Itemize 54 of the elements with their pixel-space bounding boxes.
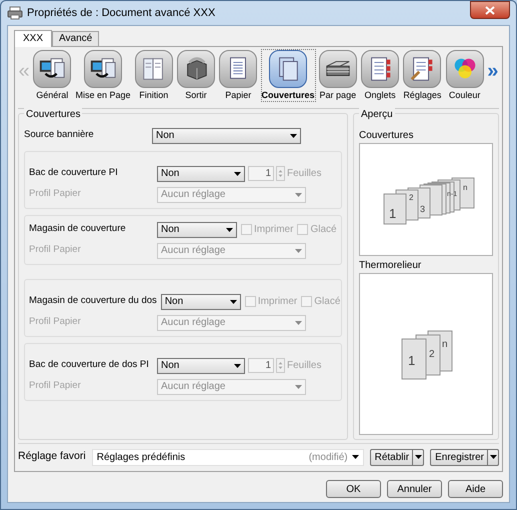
spin-arrows-icon[interactable] xyxy=(276,358,285,373)
caret-icon xyxy=(295,320,302,324)
caret-icon xyxy=(295,192,302,196)
checkbox-label: Glacé xyxy=(314,295,340,309)
tray-dropdown[interactable]: Non xyxy=(157,358,245,374)
caret-icon xyxy=(230,300,237,304)
field-label: Bac de couverture PI xyxy=(29,166,119,180)
field-label: Source bannière xyxy=(24,128,95,142)
field-label: Réglage favori xyxy=(18,449,86,464)
tray-dropdown[interactable]: Non xyxy=(160,294,241,310)
preview-label: Thermorelieur xyxy=(359,258,422,273)
caret-icon xyxy=(295,384,302,388)
caret-icon xyxy=(295,248,302,252)
split-button[interactable]: Enregistrer xyxy=(430,448,499,466)
caret-icon xyxy=(226,228,233,232)
next-arrow[interactable]: » xyxy=(486,61,499,81)
caret-icon xyxy=(414,455,422,459)
dialog-button[interactable]: OK xyxy=(326,480,381,498)
close-icon xyxy=(485,6,495,14)
caret-icon xyxy=(490,455,496,459)
checkbox-label: Glacé xyxy=(310,223,337,237)
bound-pages-drawing: 1 2 n xyxy=(396,324,456,383)
field-label: Magasin de couverture du dos xyxy=(29,294,158,308)
caret-icon xyxy=(234,172,241,176)
toolbar-item[interactable]: Mise en Page xyxy=(74,49,132,102)
source-dropdown[interactable]: Non xyxy=(152,128,301,144)
field-label: Magasin de couverture xyxy=(29,222,127,236)
unit-label: Feuilles xyxy=(287,359,322,373)
toolbar-item[interactable]: Couvertures xyxy=(260,49,316,102)
dialog-button[interactable]: Annuler xyxy=(387,480,442,498)
tray-dropdown[interactable]: Non xyxy=(157,166,245,182)
field-label: Profil Papier xyxy=(29,187,82,202)
checkbox-label: Imprimer xyxy=(254,223,294,237)
field-label: Profil Papier xyxy=(29,243,82,258)
window-title: Propriétés de : Document avancé XXX xyxy=(27,6,216,21)
checkbox-label: Imprimer xyxy=(258,295,298,309)
preview-label: Couvertures xyxy=(359,129,414,143)
printer-icon xyxy=(7,6,23,20)
spin-arrows-icon[interactable] xyxy=(276,166,285,181)
caret-icon xyxy=(352,455,359,459)
split-button[interactable]: Rétablir xyxy=(370,448,424,466)
group-caption: Aperçu xyxy=(359,107,395,122)
field-label: Bac de couverture de dos PI xyxy=(29,358,150,372)
favorite-dropdown[interactable]: Réglages prédéfinis (modifié) xyxy=(92,448,364,466)
tab[interactable]: Avancé xyxy=(52,31,100,46)
field-label: Profil Papier xyxy=(29,379,82,394)
unit-label: Feuilles xyxy=(287,167,322,181)
tab[interactable]: XXX xyxy=(14,30,52,47)
caret-icon xyxy=(234,364,241,368)
tray-dropdown[interactable]: Non xyxy=(157,222,237,238)
close-button[interactable] xyxy=(470,1,510,19)
field-label: Profil Papier xyxy=(29,315,82,330)
dialog-button[interactable]: Aide xyxy=(448,480,503,498)
caret-icon xyxy=(290,134,297,138)
